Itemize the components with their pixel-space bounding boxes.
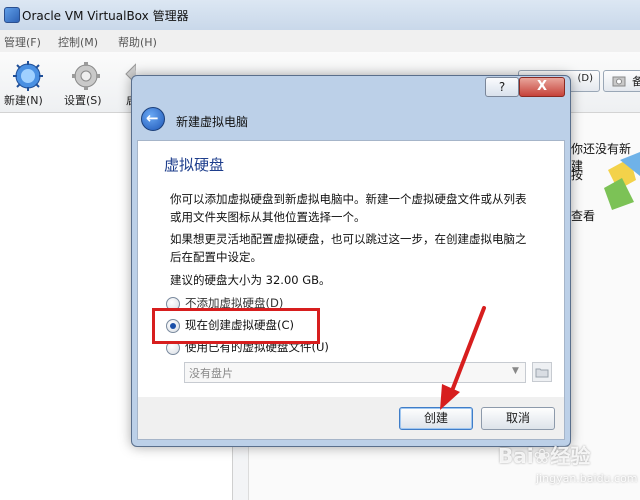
section-title: 虚拟硬盘 — [164, 156, 225, 174]
dialog-body — [137, 140, 565, 398]
back-arrow-icon: ← — [146, 109, 159, 127]
menu-control[interactable]: 控制(M) — [58, 34, 98, 50]
virtualbox-app-icon — [4, 7, 20, 23]
details-view-button-label: (D) — [577, 73, 593, 84]
dialog-title: 新建虚拟电脑 — [176, 115, 249, 129]
skip-hint-line2: 后在配置中设定。 — [170, 250, 262, 264]
skip-hint-line1: 如果想更灵活地配置虚拟硬盘，也可以跳过这一步，在创建虚拟电脑之 — [170, 232, 527, 246]
baidu-jingyan-watermark: Bai❀经验 — [498, 444, 591, 468]
menu-help[interactable]: 帮助(H) — [118, 34, 157, 50]
snapshots-view-button[interactable]: 备 — [603, 70, 640, 92]
folder-browse-button[interactable] — [532, 362, 552, 382]
settings-button-label: 设置(S) — [64, 94, 102, 107]
new-button-label: 新建(N) — [4, 94, 43, 107]
back-button[interactable]: ← — [141, 107, 165, 131]
window-title: Oracle VM VirtualBox 管理器 — [22, 9, 189, 23]
description-line2: 或用文件夹图标从其他位置选择一个。 — [170, 210, 366, 224]
folder-icon — [535, 368, 549, 378]
recommended-size-text: 建议的硬盘大小为 32.00 GB。 — [170, 273, 331, 287]
settings-button[interactable]: 设置(S) — [64, 60, 108, 112]
gear-icon — [72, 62, 100, 90]
dialog-close-button[interactable]: X — [519, 77, 565, 97]
description-line1: 你可以添加虚拟硬盘到新虚拟电脑中。新建一个虚拟硬盘文件或从列表 — [170, 192, 527, 206]
menu-manage[interactable]: 管理(F) — [4, 34, 41, 50]
new-machine-icon — [13, 61, 43, 91]
welcome-illustration — [604, 152, 640, 210]
watermark-url: jingyan.baidu.com — [536, 472, 638, 485]
welcome-text-line3: 查看 — [571, 209, 596, 223]
dialog-help-button[interactable]: ? — [485, 77, 519, 97]
annotation-highlight-box — [152, 308, 320, 344]
chevron-down-icon[interactable]: ▼ — [508, 363, 523, 380]
camera-icon — [612, 76, 626, 87]
menu-bar: 管理(F) 控制(M) 帮助(H) — [0, 30, 640, 53]
annotation-red-arrow — [440, 306, 486, 410]
snapshots-view-button-label: 备 — [632, 75, 640, 88]
disk-file-select-value: 没有盘片 — [189, 367, 233, 380]
new-button[interactable]: 新建(N) — [4, 60, 48, 112]
welcome-text-line2: 按 — [571, 168, 584, 182]
